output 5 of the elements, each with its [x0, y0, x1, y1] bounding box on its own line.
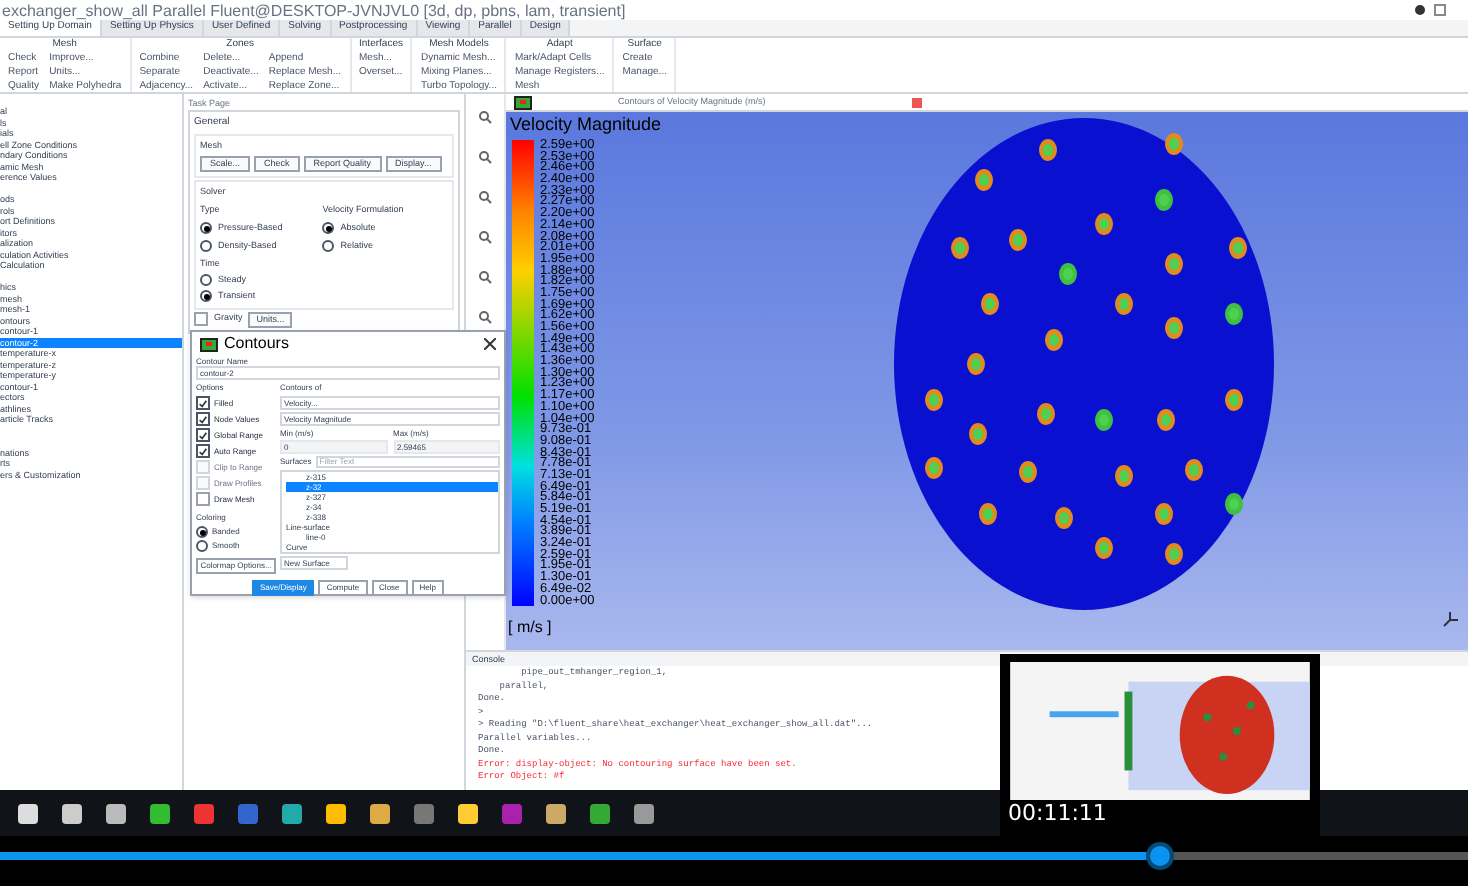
dialog-title: Contours	[224, 332, 289, 356]
preview-time: 00:11:11	[1008, 800, 1109, 828]
legend-title: Velocity Magnitude	[510, 114, 662, 134]
window-title: exchanger_show_all Parallel Fluent@DESKTOP-JVNJVL0 [3d, dp, pbns, lam, transient]	[2, 1, 626, 19]
legend-units: [ m/s ]	[508, 616, 552, 640]
